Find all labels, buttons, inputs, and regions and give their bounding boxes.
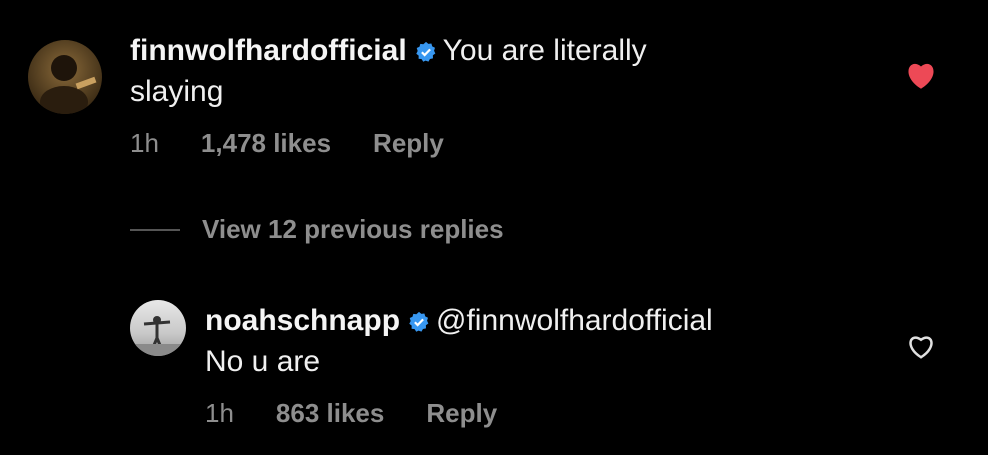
heart-outline-icon[interactable] [906,332,936,365]
mention-link[interactable]: @finnwolfhardofficial [436,304,713,337]
likes-count[interactable]: 1,478 likes [201,128,331,159]
reply-button[interactable]: Reply [373,128,444,159]
avatar[interactable] [28,40,102,114]
likes-count[interactable]: 863 likes [276,398,384,429]
heart-filled-icon[interactable] [905,60,937,95]
view-previous-replies[interactable]: View 12 previous replies [130,214,504,245]
timestamp: 1h [205,398,234,428]
verified-badge-icon [408,305,430,343]
avatar[interactable] [130,300,186,356]
username[interactable]: finnwolfhardofficial [130,34,407,67]
view-replies-label: View 12 previous replies [202,214,504,244]
comment-text-continued: slaying [130,75,224,108]
reply-button[interactable]: Reply [426,398,497,429]
reply-text: No u are [205,345,321,378]
username[interactable]: noahschnapp [205,304,400,337]
comment-text: You are literally [442,34,647,67]
divider-line [130,228,180,231]
comment-meta: 1h 1,478 likes Reply [130,128,444,159]
timestamp: 1h [130,128,159,158]
verified-badge-icon [415,35,437,73]
reply-meta: 1h 863 likes Reply [205,398,497,429]
